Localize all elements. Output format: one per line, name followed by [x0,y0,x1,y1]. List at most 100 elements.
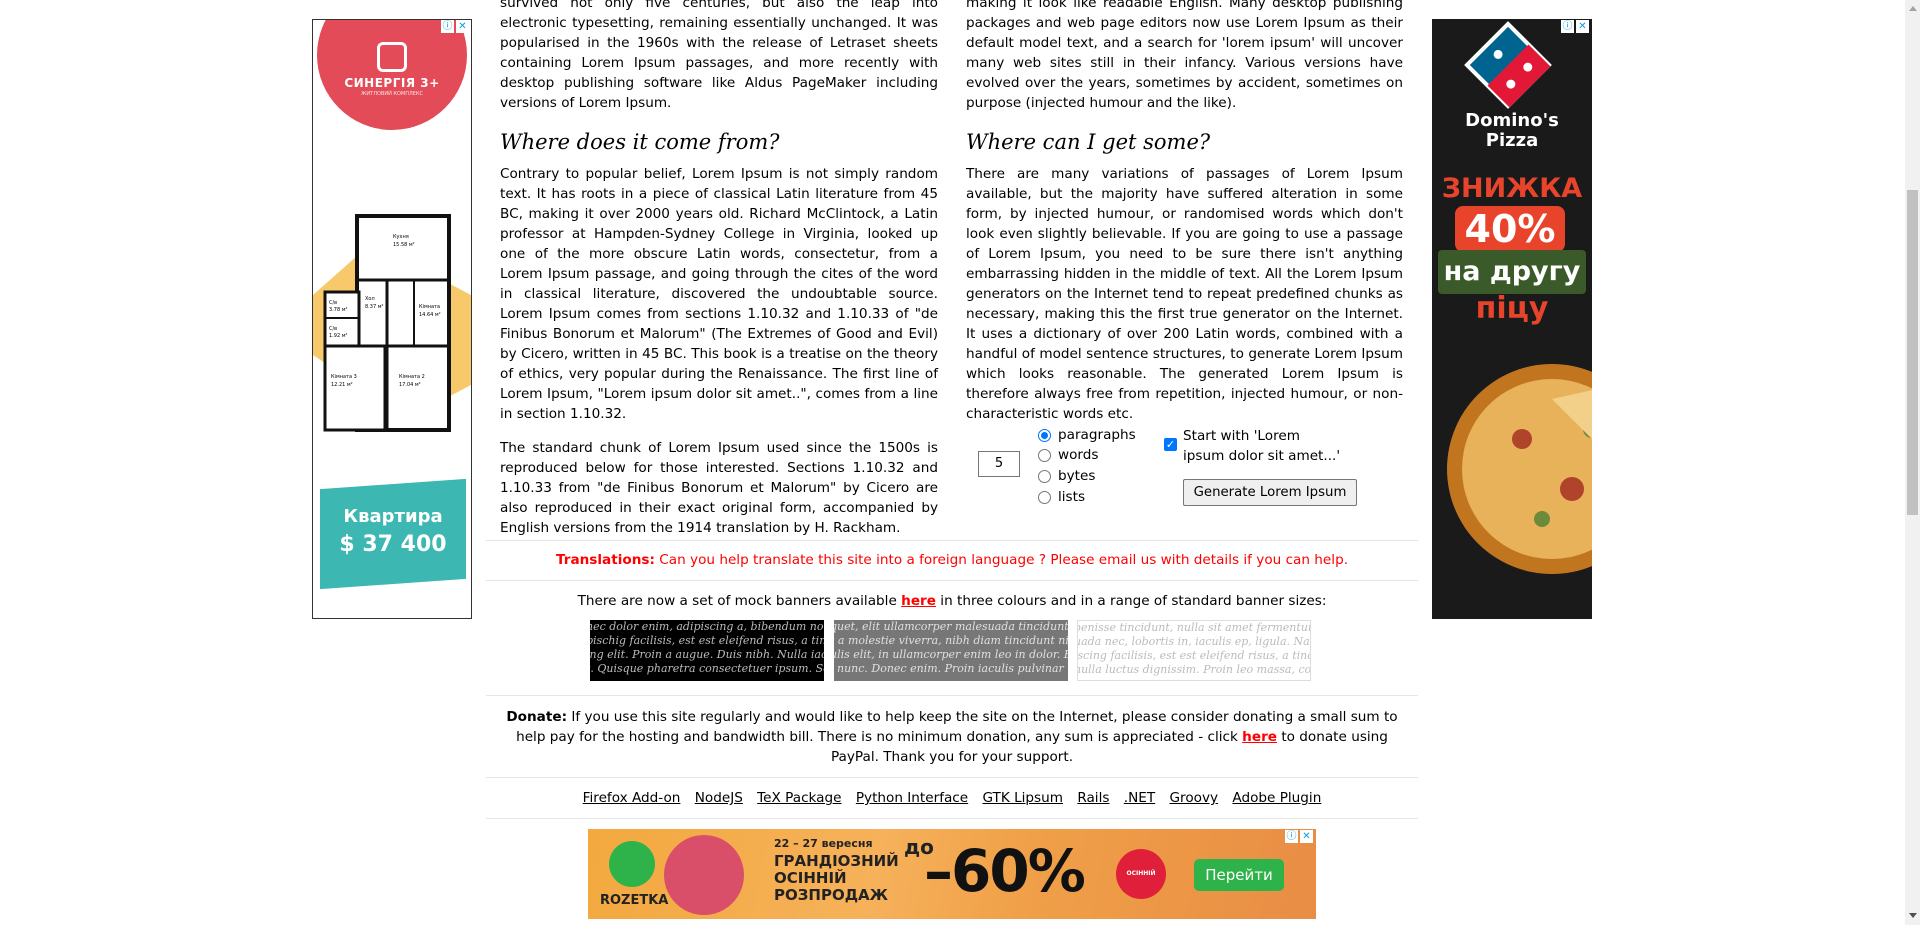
left-column: survived not only five centuries, but al… [500,0,938,552]
ad-brand-name: ROZETKA [600,893,669,908]
ad-promo-pizza: піцу [1475,291,1549,326]
amount-input[interactable]: 5 [978,451,1020,477]
room-label: Кімната [419,304,440,310]
close-icon[interactable]: ✕ [1576,20,1589,33]
generate-button[interactable]: Generate Lorem Ipsum [1183,479,1357,506]
link-dotnet[interactable]: .NET [1124,790,1155,806]
room-area: 15.58 м² [393,242,415,248]
link-groovy[interactable]: Groovy [1170,790,1219,806]
scroll-down-arrow-icon[interactable] [1909,913,1917,918]
divider [486,580,1418,581]
room-area: 1.92 м² [329,333,348,339]
link-gtk-lipsum[interactable]: GTK Lipsum [982,790,1063,806]
section-heading: Where can I get some? [966,130,1211,154]
intro-paragraph: making it look like readable English. Ma… [966,0,1403,111]
radio-lists[interactable]: lists [1038,487,1085,507]
info-icon[interactable]: ⓘ [441,20,454,33]
banner-sample-gray[interactable]: quet, elit ullamcorper malesuada tincidu… [834,620,1068,681]
donate-link[interactable]: here [1242,729,1277,745]
page: СИНЕРГІЯ 3+ ЖИТЛОВИЙ КОМПЛЕКС Кухня 15.5… [0,0,1905,925]
banners-text: in three colours and in a range of stand… [940,593,1327,609]
pizza-image [1447,364,1592,574]
intro-paragraph: survived not only five centuries, but al… [500,0,938,111]
link-adobe-plugin[interactable]: Adobe Plugin [1232,790,1321,806]
link-nodejs[interactable]: NodeJS [695,790,743,806]
divider [486,818,1418,819]
radio-bytes[interactable]: bytes [1038,466,1095,486]
scroll-thumb[interactable] [1907,190,1918,515]
section-heading: Where does it come from? [500,130,780,154]
room-area: 8.37 м² [365,304,384,310]
radio-paragraphs[interactable]: paragraphs [1038,425,1136,445]
banner-sample-black[interactable]: nec dolor enim, adipiscing a, bibendum n… [590,620,824,681]
ad-price-label: Квартира [343,506,443,527]
generator-form: 5 paragraphs words bytes lists ✓ Start w… [966,425,1403,510]
room-area: 14.64 м² [419,312,441,318]
standard-chunk-paragraph: The standard chunk of Lorem Ipsum used s… [500,440,938,536]
radio-label: lists [1058,489,1086,505]
link-python-interface[interactable]: Python Interface [856,790,968,806]
floorplan-image: Кухня 15.58 м² Хол 8.37 м² С/в 3.78 м² С… [323,214,451,432]
room-label: Кімната 3 [331,374,357,380]
headphones-image [664,835,744,915]
ad-promo-second: на другу [1438,250,1586,294]
ad-go-button[interactable]: Перейти [1194,859,1284,891]
translations-label: Translations: [555,552,655,568]
translations-line: Translations: Can you help translate thi… [486,550,1418,570]
ad-promo-discount: ЗНИЖКА [1441,173,1583,204]
room-area: 17.04 м² [399,382,421,388]
left-ad-banner[interactable]: СИНЕРГІЯ 3+ ЖИТЛОВИЙ КОМПЛЕКС Кухня 15.5… [312,19,472,619]
radio-words[interactable]: words [1038,445,1099,465]
right-ad-banner[interactable]: Domino's Pizza ЗНИЖКА 40% на другу піцу [1432,19,1592,619]
ad-brand-subtitle: ЖИТЛОВИЙ КОМПЛЕКС [361,91,423,97]
info-icon[interactable]: ⓘ [1561,20,1574,33]
donate-label: Donate: [506,709,568,725]
ad-sale-text: ГРАНДІОЗНИЙ ОСІННІЙ РОЗПРОДАЖ [774,852,899,904]
info-icon[interactable]: ⓘ [1285,830,1298,843]
link-firefox-addon[interactable]: Firefox Add-on [583,790,681,806]
divider [486,540,1418,541]
donate-section: Donate: If you use this site regularly a… [498,707,1406,767]
room-area: 3.78 м² [329,307,348,313]
room-label: С/в [329,326,337,332]
radio-label: paragraphs [1058,427,1136,443]
room-label: Хол [365,296,375,302]
divider [486,777,1418,778]
ad-percent: –60% [924,837,1086,905]
footer-links: Firefox Add-on NodeJS TeX Package Python… [486,788,1418,808]
banners-line: There are now a set of mock banners avai… [486,591,1418,611]
rozetka-logo-icon [609,841,655,887]
scroll-up-arrow-icon[interactable] [1909,6,1917,11]
radio-label: bytes [1058,468,1096,484]
radio-button[interactable] [1038,448,1051,462]
room-label: Кухня [393,234,409,240]
close-icon[interactable]: ✕ [1300,830,1313,843]
radio-button[interactable] [1038,469,1051,483]
brand-circle [317,20,467,130]
link-rails[interactable]: Rails [1077,790,1109,806]
ad-brand-name: Domino's Pizza [1465,110,1559,151]
bottom-ad-banner[interactable]: ROZETKA 22 – 27 вересня ГРАНДІОЗНИЙ ОСІН… [588,829,1316,919]
brand-logo-icon [377,42,407,72]
banners-text: There are now a set of mock banners avai… [577,593,897,609]
radio-button[interactable] [1038,428,1051,442]
start-with-label: Start with 'Lorem ipsum dolor sit amet..… [1183,428,1341,464]
close-icon[interactable]: ✕ [456,20,469,33]
vertical-scrollbar[interactable] [1905,0,1920,925]
radio-label: words [1058,447,1099,463]
banners-link[interactable]: here [901,593,936,609]
origin-paragraph: Contrary to popular belief, Lorem Ipsum … [500,166,938,422]
ad-dates: 22 – 27 вересня [774,837,873,850]
dominos-logo-icon [1464,21,1552,109]
translations-text[interactable]: Can you help translate this site into a … [659,552,1348,568]
radio-button[interactable] [1038,490,1051,504]
room-label: С/в [329,300,337,306]
ad-badge: ОСІННІЙ РОЗПРОДАЖ [1116,849,1166,899]
link-tex-package[interactable]: TeX Package [757,790,841,806]
ad-brand-name: СИНЕРГІЯ 3+ [344,76,440,90]
room-area: 12.21 м² [331,382,353,388]
banner-sample-white[interactable]: benisse tincidunt, nulla sit amet fermen… [1077,620,1311,681]
room-label: Кімната 2 [399,374,425,380]
start-with-checkbox[interactable]: ✓ [1164,438,1177,451]
divider [486,695,1418,696]
